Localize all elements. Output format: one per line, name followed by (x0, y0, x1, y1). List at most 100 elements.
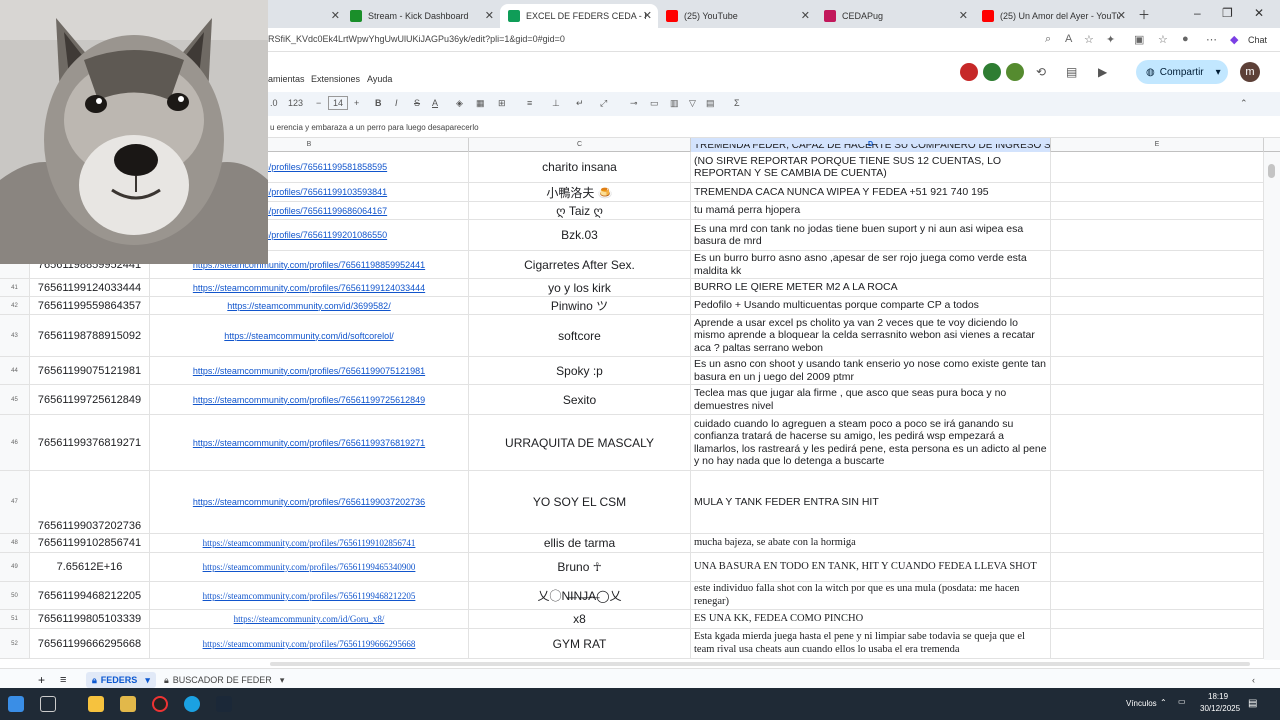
browser-tab-kick[interactable]: Stream - Kick Dashboard ✕ (342, 4, 500, 28)
nickname-cell[interactable]: Spoky :p (469, 357, 691, 384)
file-explorer-icon[interactable] (120, 696, 136, 712)
collaborator-avatar[interactable] (983, 63, 1001, 81)
notification-icon[interactable]: ▤ (1248, 698, 1257, 709)
browser-tab[interactable]: ✕ (268, 4, 346, 28)
steam-id-cell[interactable]: 76561199666295668 (30, 629, 150, 658)
comment-cell[interactable]: (NO SIRVE REPORTAR PORQUE TIENE SUS 12 C… (691, 152, 1051, 182)
favorite-star-icon[interactable]: ☆ (1084, 33, 1094, 46)
history-icon[interactable]: ⟲ (1036, 65, 1046, 79)
empty-cell[interactable] (1051, 297, 1264, 314)
comment-cell[interactable]: TREMENDA CACA NUNCA WIPEA Y FEDEA +51 92… (691, 183, 1051, 201)
comments-icon[interactable]: ▤ (1066, 65, 1077, 79)
comment-cell[interactable]: este individuo falla shot con la witch p… (691, 582, 1051, 609)
profile-link-cell[interactable]: https://steamcommunity.com/profiles/7656… (150, 553, 469, 581)
comment-cell[interactable]: ES UNA KK, FEDEA COMO PINCHO (691, 610, 1051, 628)
comment-icon[interactable]: ▭ (650, 98, 659, 109)
close-icon[interactable]: ✕ (331, 9, 340, 22)
row-number[interactable]: 47 (0, 471, 30, 533)
browser-tab-youtube-2[interactable]: (25) Un Amor del Ayer - YouTube ✕ (974, 4, 1132, 28)
column-header-c[interactable]: C (469, 138, 691, 152)
profile-link-cell[interactable]: https://steamcommunity.com/profiles/7656… (150, 471, 469, 533)
sheet-tab-buscador[interactable]: 🔒︎ BUSCADOR DE FEDER ▾ (158, 672, 290, 688)
comment-cell[interactable]: Esta kgada mierda juega hasta el pene y … (691, 629, 1051, 658)
row-number[interactable]: 44 (0, 357, 30, 384)
comment-cell[interactable]: tu mamá perra hjopera (691, 202, 1051, 219)
minimize-icon[interactable]: – (1194, 6, 1201, 20)
extensions-icon[interactable]: ✦ (1106, 33, 1115, 46)
empty-cell[interactable] (1051, 610, 1264, 628)
menu-help[interactable]: Ayuda (367, 74, 392, 84)
percent-format-button[interactable]: .0 (270, 98, 278, 108)
browser-tab-sheets[interactable]: EXCEL DE FEDERS CEDA - Hojas de✕ (500, 4, 658, 28)
close-icon[interactable]: ✕ (801, 9, 810, 22)
decrease-font-button[interactable]: − (316, 98, 321, 108)
close-icon[interactable]: ✕ (1117, 9, 1126, 22)
windows-start-icon[interactable] (8, 696, 24, 712)
empty-cell[interactable] (1051, 152, 1264, 182)
comment-cell[interactable]: UNA BASURA EN TODO EN TANK, HIT Y CUANDO… (691, 553, 1051, 581)
account-avatar[interactable]: m (1240, 62, 1260, 82)
collaborator-avatar[interactable] (1006, 63, 1024, 81)
nickname-cell[interactable]: x8 (469, 610, 691, 628)
filter-views-icon[interactable]: ▤ (706, 98, 715, 109)
profile-link-cell[interactable]: https://steamcommunity.com/id/Goru_x8/ (150, 610, 469, 628)
empty-cell[interactable] (1051, 415, 1264, 470)
profile-link-cell[interactable]: https://steamcommunity.com/profiles/7656… (150, 629, 469, 658)
row-number[interactable]: 51 (0, 610, 30, 628)
steam-id-cell[interactable]: 76561199124033444 (30, 279, 150, 296)
comment-cell[interactable]: Teclea mas que jugar ala firme , que asc… (691, 385, 1051, 414)
comment-cell[interactable]: Es un asno con shoot y usando tank enser… (691, 357, 1051, 384)
steam-id-cell[interactable]: 76561199468212205 (30, 582, 150, 609)
steam-id-cell[interactable]: 76561199376819271 (30, 415, 150, 470)
menu-tools[interactable]: amientas (268, 74, 305, 84)
empty-cell[interactable] (1051, 629, 1264, 658)
profile-link-cell[interactable]: https://steamcommunity.com/profiles/7656… (150, 415, 469, 470)
favorites-icon[interactable]: ☆ (1158, 33, 1168, 46)
collaborator-avatar[interactable] (960, 63, 978, 81)
read-aloud-icon[interactable]: A (1065, 33, 1072, 45)
menu-extensions[interactable]: Extensiones (311, 74, 360, 84)
nickname-cell[interactable]: Pinwino ツ (469, 297, 691, 314)
align-icon[interactable]: ≡ (527, 98, 532, 108)
empty-cell[interactable] (1051, 582, 1264, 609)
nickname-cell[interactable]: 乂◯N̶I̶N̶J̶A̶◯乂 (469, 582, 691, 609)
nickname-cell[interactable]: Cigarretes After Sex. (469, 251, 691, 278)
clock-time[interactable]: 18:19 (1208, 692, 1228, 701)
browser-tab-youtube[interactable]: (25) YouTube ✕ (658, 4, 816, 28)
nickname-cell[interactable]: YO SOY EL CSM (469, 471, 691, 533)
more-icon[interactable]: ⋯ (1206, 33, 1217, 46)
steam-id-cell[interactable]: 76561199037202736 (30, 471, 150, 533)
row-number[interactable]: 48 (0, 534, 30, 552)
tray-label[interactable]: Vínculos (1126, 699, 1157, 708)
nickname-cell[interactable]: 小鴨洛夫 🍮 (469, 183, 691, 201)
increase-font-button[interactable]: + (354, 98, 359, 108)
wrap-icon[interactable]: ↵ (576, 98, 584, 109)
row-number[interactable]: 43 (0, 315, 30, 356)
number-format-button[interactable]: 123 (288, 98, 303, 108)
fill-color-icon[interactable]: ◈ (456, 98, 463, 109)
nickname-cell[interactable]: yo y los kirk (469, 279, 691, 296)
functions-icon[interactable]: Σ (734, 98, 740, 108)
steam-id-cell[interactable]: 76561199725612849 (30, 385, 150, 414)
all-sheets-icon[interactable]: ≡ (54, 672, 72, 688)
empty-cell[interactable] (1051, 220, 1264, 250)
steam-id-cell[interactable]: 7.65612E+16 (30, 553, 150, 581)
sidebar-icon[interactable]: ▣ (1134, 33, 1144, 46)
row-number[interactable]: 46 (0, 415, 30, 470)
filter-icon[interactable]: ▽ (689, 98, 696, 109)
close-icon[interactable]: ✕ (643, 9, 652, 22)
bold-button[interactable]: B (375, 98, 382, 108)
empty-cell[interactable] (1051, 251, 1264, 278)
maximize-icon[interactable]: ❐ (1222, 6, 1233, 20)
steam-id-cell[interactable]: 76561198788915092 (30, 315, 150, 356)
comment-cell[interactable]: mucha bajeza, se abate con la hormiga (691, 534, 1051, 552)
nickname-cell[interactable]: Bruno ☥ (469, 553, 691, 581)
rotate-icon[interactable]: ⤢ (600, 98, 607, 109)
close-window-icon[interactable]: ✕ (1254, 6, 1264, 20)
comment-cell[interactable]: Aprende a usar excel ps cholito ya van 2… (691, 315, 1051, 356)
nickname-cell[interactable]: charito insana (469, 152, 691, 182)
text-color-button[interactable]: A (432, 98, 438, 108)
profile-link-cell[interactable]: https://steamcommunity.com/profiles/7656… (150, 582, 469, 609)
nickname-cell[interactable]: ღ Taiz⁠⁠ ღ (469, 202, 691, 219)
url-text[interactable]: RSfiK_KVdc0Ek4LrtWpwYhgUwUlUKiJAGPu36yk/… (268, 34, 565, 44)
